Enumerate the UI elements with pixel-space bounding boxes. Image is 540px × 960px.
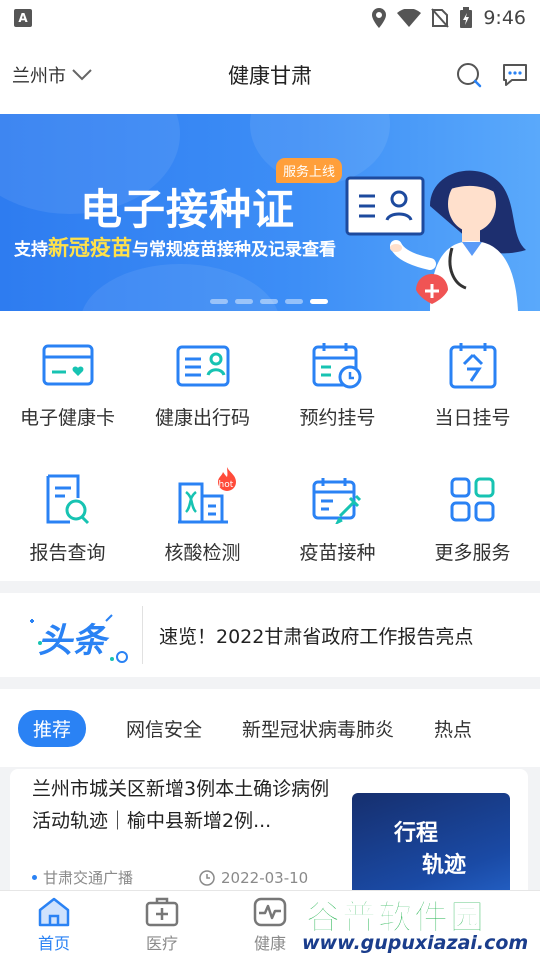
banner-subtitle-suffix: 与常规疫苗接种及记录查看: [132, 240, 336, 260]
headline-divider: [142, 606, 143, 664]
service-label: 核酸检测: [164, 542, 241, 564]
news-tabs: 推荐 网信安全 新型冠状病毒肺炎 热点: [0, 689, 540, 767]
app-notification-icon: A: [14, 9, 32, 27]
service-report-search[interactable]: 报告查询: [0, 446, 135, 581]
clock-icon: [199, 869, 215, 886]
city-label: 兰州市: [12, 66, 66, 87]
news-meta: 甘肃交通广播 2022-03-10: [32, 867, 308, 888]
headline-logo: 头条: [26, 605, 136, 665]
service-label: 健康出行码: [154, 407, 250, 429]
service-nucleic-test[interactable]: hot 核酸检测: [135, 446, 270, 581]
service-today-register[interactable]: 当日挂号: [405, 311, 540, 446]
pagination-dot[interactable]: [285, 299, 303, 304]
more-services-icon: [450, 477, 494, 522]
news-card[interactable]: 兰州市城关区新增3例本土确诊病例活动轨迹｜榆中县新增2例... 甘肃交通广播 2…: [10, 769, 528, 899]
news-date: 2022-03-10: [221, 868, 309, 887]
pagination-dot[interactable]: [235, 299, 253, 304]
pagination-dot-active[interactable]: [310, 299, 328, 304]
news-title: 兰州市城关区新增3例本土确诊病例活动轨迹｜榆中县新增2例...: [32, 778, 330, 832]
headline-news-bar[interactable]: 头条 速览！2022甘肃省政府工作报告亮点: [0, 593, 540, 677]
battery-charging-icon: [460, 7, 473, 28]
headline-text: 速览！2022甘肃省政府工作报告亮点: [159, 625, 474, 648]
service-travel-code[interactable]: 健康出行码: [135, 311, 270, 446]
report-search-icon: [46, 474, 89, 525]
service-label: 电子健康卡: [19, 407, 115, 429]
nav-label: 首页: [37, 934, 70, 953]
no-sim-icon: [431, 8, 450, 28]
nav-medical[interactable]: 医疗: [108, 891, 216, 960]
tab-recommend[interactable]: 推荐: [18, 709, 87, 747]
vaccine-icon: [312, 478, 361, 524]
medical-kit-icon: [145, 897, 179, 927]
chevron-down-icon: [72, 69, 92, 81]
pagination-dot[interactable]: [210, 299, 228, 304]
thumb-line2: 轨迹: [422, 853, 467, 878]
location-icon: [372, 8, 387, 28]
headline-logo-text: 头条: [38, 621, 106, 661]
banner-pagination: [210, 299, 328, 304]
pulse-icon: [253, 897, 287, 927]
news-source: 甘肃交通广播: [43, 869, 134, 887]
banner-title: 电子接种证: [80, 185, 296, 234]
home-icon: [38, 897, 70, 927]
city-selector[interactable]: 兰州市: [12, 62, 132, 88]
watermark-url: www.gupuxiazai.com: [302, 932, 529, 954]
news-thumbnail: 行程 轨迹: [352, 793, 510, 899]
tab-cyber-security[interactable]: 网信安全: [126, 715, 202, 742]
nav-home[interactable]: 首页: [0, 891, 108, 960]
service-label: 报告查询: [29, 542, 106, 564]
search-icon[interactable]: [456, 62, 482, 88]
app-header: 兰州市 健康甘肃: [0, 36, 540, 114]
health-card-icon: [42, 344, 93, 386]
pagination-dot[interactable]: [260, 299, 278, 304]
service-label: 疫苗接种: [299, 542, 376, 564]
appointment-icon: [312, 343, 361, 389]
nav-label: 医疗: [145, 934, 178, 953]
banner-subtitle-prefix: 支持: [14, 240, 48, 260]
promo-banner[interactable]: 服务上线 电子接种证 支持新冠疫苗与常规疫苗接种及记录查看: [0, 114, 540, 311]
service-label: 当日挂号: [434, 407, 511, 429]
travel-code-icon: [176, 345, 229, 387]
service-label: 预约挂号: [299, 407, 376, 429]
services-grid: 电子健康卡 健康出行码 预约挂号 当日挂号 报告查询 hot 核酸检测 疫苗接种…: [0, 311, 540, 581]
service-health-card[interactable]: 电子健康卡: [0, 311, 135, 446]
source-dot: [32, 875, 37, 880]
message-icon[interactable]: [502, 62, 528, 88]
thumb-line1: 行程: [394, 821, 439, 846]
service-more[interactable]: 更多服务: [405, 446, 540, 581]
service-label: 更多服务: [434, 542, 511, 564]
banner-subtitle: 支持新冠疫苗与常规疫苗接种及记录查看: [14, 232, 336, 262]
banner-subtitle-highlight: 新冠疫苗: [48, 236, 132, 260]
status-bar: A 9:46: [0, 0, 540, 36]
nav-label: 健康: [253, 934, 286, 953]
news-date-group: 2022-03-10: [199, 869, 308, 887]
tab-hot[interactable]: 热点: [434, 715, 472, 742]
hot-badge-label: hot: [218, 480, 234, 490]
doctor-illustration: [390, 170, 526, 311]
service-appointment[interactable]: 预约挂号: [270, 311, 405, 446]
tab-covid[interactable]: 新型冠状病毒肺炎: [242, 715, 394, 742]
status-time: 9:46: [483, 7, 526, 29]
watermark: 谷普软件园 www.gupuxiazai.com: [302, 888, 540, 960]
service-vaccine[interactable]: 疫苗接种: [270, 446, 405, 581]
wifi-icon: [397, 9, 422, 27]
today-register-icon: [449, 343, 496, 389]
